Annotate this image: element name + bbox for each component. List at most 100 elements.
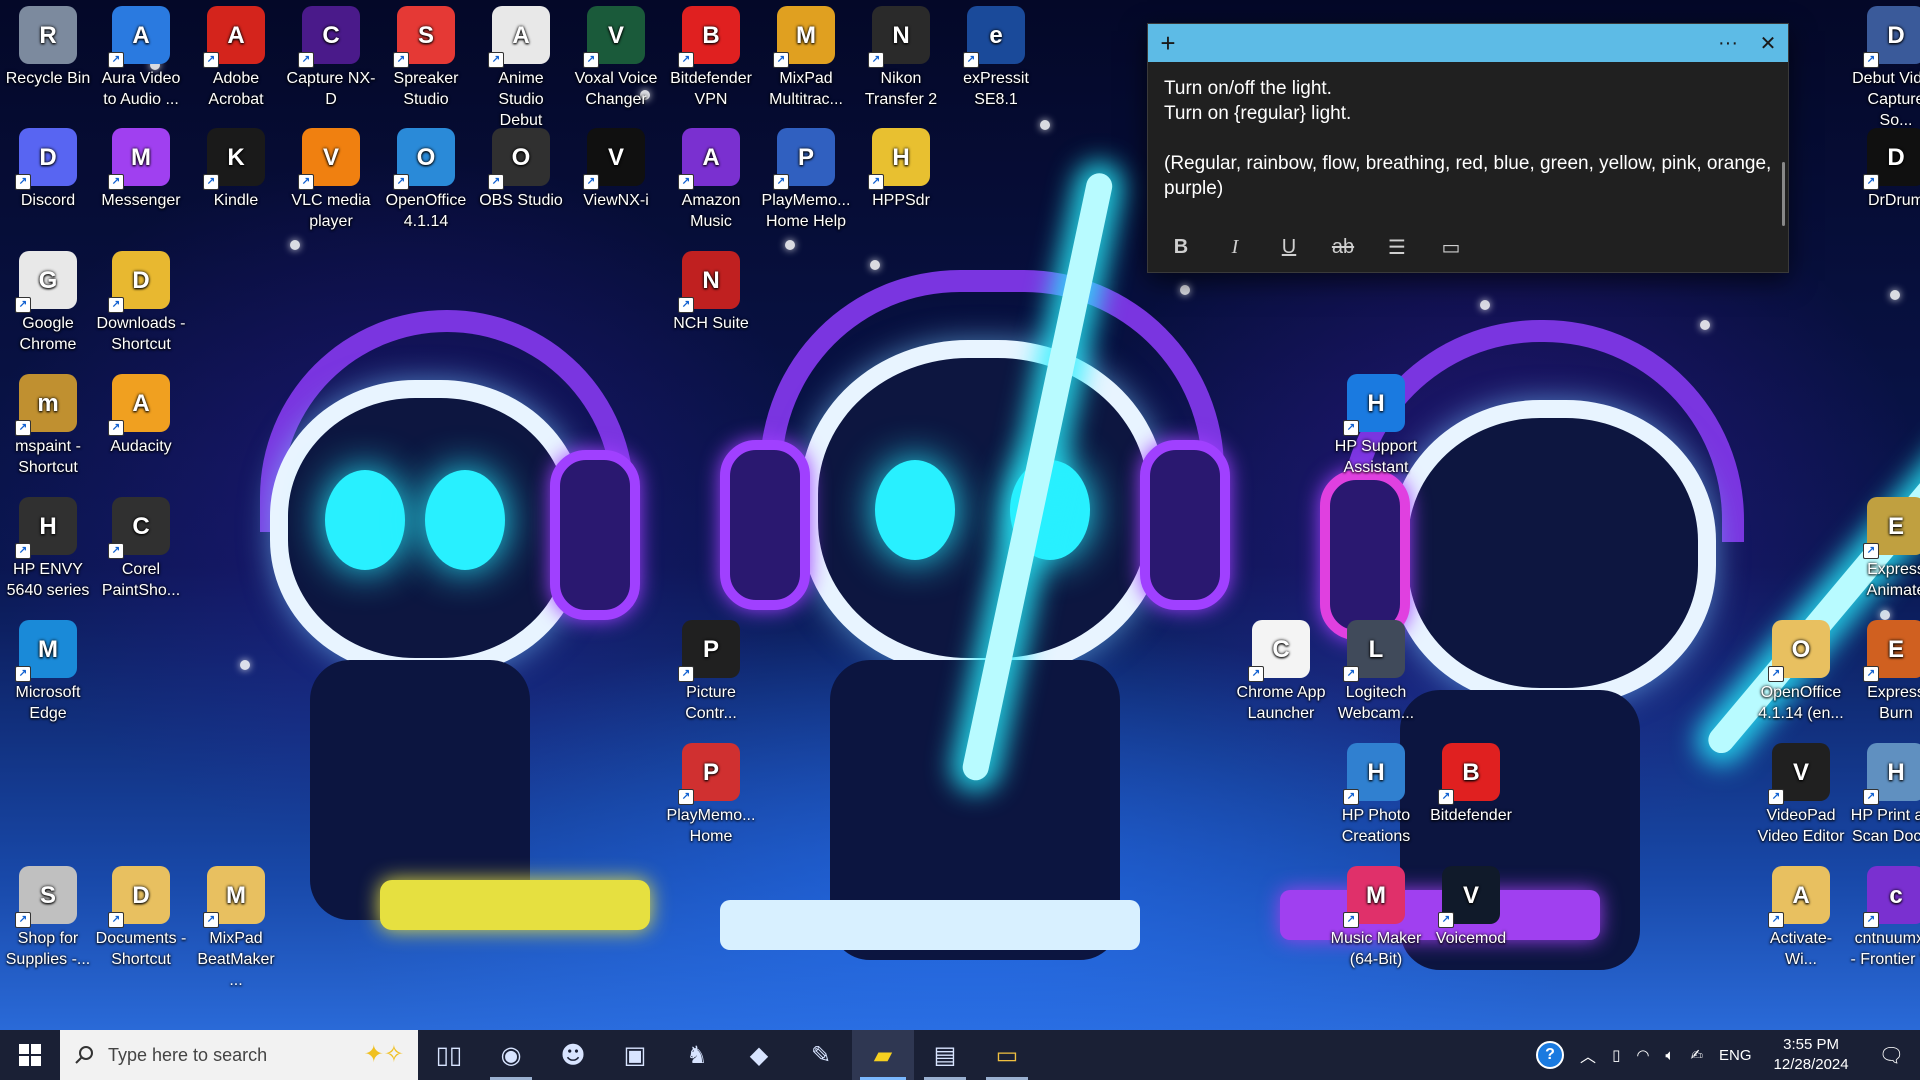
- taskbar-app-chrome[interactable]: ◉: [480, 1030, 542, 1080]
- add-image-button[interactable]: ▭: [1430, 229, 1472, 265]
- wallpaper-star: [1040, 120, 1050, 130]
- desktop-icon[interactable]: A ↗ Audacity: [95, 372, 187, 457]
- bullet-list-button[interactable]: ☰: [1376, 229, 1418, 265]
- desktop-icon[interactable]: D ↗ DrDrum: [1850, 126, 1920, 211]
- desktop-icon[interactable]: V ↗ ViewNX-i: [570, 126, 662, 211]
- desktop-icon[interactable]: M ↗ Messenger: [95, 126, 187, 211]
- desktop-icon[interactable]: D ↗ Discord: [2, 126, 94, 211]
- desktop-icon-label: Voicemod: [1435, 930, 1507, 947]
- desktop-icon[interactable]: H↗HP Print and Scan Doctor: [1850, 741, 1920, 847]
- italic-button[interactable]: I: [1214, 229, 1256, 265]
- device-tray-icon[interactable]: ▯: [1604, 1046, 1628, 1064]
- help-tray-icon[interactable]: ?: [1528, 1041, 1572, 1069]
- desktop-icon[interactable]: A ↗ Anime Studio Debut: [475, 4, 567, 131]
- taskbar-app-paint[interactable]: ✎: [790, 1030, 852, 1080]
- desktop-icon[interactable]: A ↗ Adobe Acrobat: [190, 4, 282, 110]
- shortcut-arrow-icon: ↗: [1768, 789, 1784, 805]
- desktop-icon-label: Aura Video to Audio ...: [101, 70, 181, 108]
- desktop-icon[interactable]: H ↗ HPPSdr: [855, 126, 947, 211]
- desktop-icon[interactable]: E ↗ Express Burn: [1850, 618, 1920, 724]
- app-3-icon: ▣: [623, 1041, 647, 1069]
- desktop-icon[interactable]: V ↗ Voxal Voice Changer: [570, 4, 662, 110]
- desktop-icon[interactable]: C ↗ Capture NX-D: [285, 4, 377, 110]
- sticky-note-header[interactable]: + ··· ✕: [1148, 24, 1788, 62]
- desktop-icon[interactable]: H ↗ HP ENVY 5640 series: [2, 495, 94, 601]
- desktop-icon[interactable]: R Recycle Bin: [2, 4, 94, 89]
- desktop-icon[interactable]: C ↗ Chrome App Launcher: [1235, 618, 1327, 724]
- taskbar-app-app-2[interactable]: ☻: [542, 1030, 604, 1080]
- close-note-button[interactable]: ✕: [1748, 24, 1788, 62]
- desktop-icon[interactable]: N ↗ Nikon Transfer 2: [855, 4, 947, 110]
- desktop-icon[interactable]: M ↗ Microsoft Edge: [2, 618, 94, 724]
- volume-icon[interactable]: 🔈︎: [1657, 1046, 1682, 1064]
- desktop-icon[interactable]: A ↗ Aura Video to Audio ...: [95, 4, 187, 110]
- note-scrollbar[interactable]: [1782, 162, 1785, 226]
- desktop-icon[interactable]: O ↗ OpenOffice 4.1.14: [380, 126, 472, 232]
- desktop-icon-label: Corel PaintSho...: [101, 561, 181, 599]
- desktop-icon[interactable]: N ↗ NCH Suite: [665, 249, 757, 334]
- desktop-icon[interactable]: O ↗ OpenOffice 4.1.14 (en...: [1755, 618, 1847, 724]
- bitdefender-vpn-icon: B ↗: [678, 6, 740, 68]
- desktop-icon[interactable]: V ↗ Voicemod: [1425, 864, 1517, 949]
- show-hidden-icons-icon[interactable]: ︿: [1572, 1043, 1604, 1067]
- desktop-icon[interactable]: M ↗ Music Maker (64-Bit): [1330, 864, 1422, 970]
- desktop-icon[interactable]: M ↗ MixPad BeatMaker ...: [190, 864, 282, 991]
- desktop-icon[interactable]: P ↗ PlayMemo... Home Help: [760, 126, 852, 232]
- desktop-icon[interactable]: P ↗ PlayMemo... Home: [665, 741, 757, 847]
- shortcut-arrow-icon: ↗: [678, 174, 694, 190]
- desktop-icon[interactable]: S ↗ Shop for Supplies -...: [2, 864, 94, 970]
- pen-workspace-icon[interactable]: ✍︎: [1682, 1046, 1711, 1064]
- note-text-area[interactable]: Turn on/off the light. Turn on {regular}…: [1148, 62, 1788, 216]
- desktop-icon[interactable]: O ↗ OBS Studio: [475, 126, 567, 211]
- new-note-button[interactable]: +: [1148, 24, 1188, 62]
- taskbar-app-app-5[interactable]: ◆: [728, 1030, 790, 1080]
- vlc-icon: V ↗: [298, 128, 360, 190]
- desktop-icon[interactable]: K ↗ Kindle: [190, 126, 282, 211]
- desktop-icon[interactable]: V ↗ VLC media player: [285, 126, 377, 232]
- taskbar-app-app-8[interactable]: ▤: [914, 1030, 976, 1080]
- desktop-icon[interactable]: m ↗ mspaint - Shortcut: [2, 372, 94, 478]
- desktop-icon[interactable]: C ↗ Corel PaintSho...: [95, 495, 187, 601]
- desktop-icon[interactable]: L ↗ Logitech Webcam...: [1330, 618, 1422, 724]
- desktop-icon[interactable]: D ↗ Downloads - Shortcut: [95, 249, 187, 355]
- desktop-icon[interactable]: A ↗ Activate-Wi...: [1755, 864, 1847, 970]
- wifi-icon[interactable]: ◠: [1628, 1046, 1657, 1064]
- underline-button[interactable]: U: [1268, 229, 1310, 265]
- shortcut-arrow-icon: ↗: [1863, 789, 1879, 805]
- taskbar-app-task-view[interactable]: ▯▯: [418, 1030, 480, 1080]
- desktop-icon[interactable]: H ↗ HP Photo Creations: [1330, 741, 1422, 847]
- desktop-icon[interactable]: G ↗ Google Chrome: [2, 249, 94, 355]
- taskbar-app-sticky-notes[interactable]: ▰: [852, 1030, 914, 1080]
- taskbar-app-app-3[interactable]: ▣: [604, 1030, 666, 1080]
- desktop-icon[interactable]: D ↗ Documents - Shortcut: [95, 864, 187, 970]
- obs-icon: O ↗: [488, 128, 550, 190]
- desktop-icon[interactable]: A ↗ Amazon Music: [665, 126, 757, 232]
- taskbar-app-file-explorer[interactable]: ▭: [976, 1030, 1038, 1080]
- language-indicator[interactable]: ENG: [1711, 1047, 1760, 1064]
- underline-icon: U: [1281, 235, 1297, 258]
- taskbar-app-kindle[interactable]: ♞: [666, 1030, 728, 1080]
- note-format-toolbar: B I U ab ☰ ▭: [1148, 222, 1800, 272]
- taskbar-search-box[interactable]: Type here to search ✦✧: [60, 1030, 418, 1080]
- desktop-icon-label: mspaint - Shortcut: [15, 438, 81, 476]
- desktop-icon[interactable]: e ↗ exPressit SE8.1: [950, 4, 1042, 110]
- bold-button[interactable]: B: [1160, 229, 1202, 265]
- desktop-icon[interactable]: S ↗ Spreaker Studio: [380, 4, 472, 110]
- shortcut-arrow-icon: ↗: [393, 174, 409, 190]
- sticky-note-window[interactable]: + ··· ✕ Turn on/off the light. Turn on {…: [1147, 23, 1789, 273]
- desktop-icon[interactable]: c↗cntnuumx... - Frontier Y...: [1850, 864, 1920, 970]
- clock[interactable]: 3:55 PM 12/28/2024: [1760, 1035, 1863, 1075]
- desktop-icon[interactable]: M ↗ MixPad Multitrac...: [760, 4, 852, 110]
- desktop-icon[interactable]: D↗Debut Video Capture So...: [1850, 4, 1920, 131]
- desktop-icon[interactable]: H ↗ HP Support Assistant: [1330, 372, 1422, 478]
- desktop-icon[interactable]: B ↗ Bitdefender: [1425, 741, 1517, 826]
- strikethrough-button[interactable]: ab: [1322, 229, 1364, 265]
- desktop-icon[interactable]: B ↗ Bitdefender VPN: [665, 4, 757, 110]
- note-menu-button[interactable]: ···: [1708, 24, 1748, 62]
- desktop-icon[interactable]: P ↗ Picture Contr...: [665, 618, 757, 724]
- desktop-icon[interactable]: E ↗ Express Animate: [1850, 495, 1920, 601]
- start-button[interactable]: [0, 1030, 60, 1080]
- desktop-icon[interactable]: V ↗ VideoPad Video Editor: [1755, 741, 1847, 847]
- desktop-icon-label: ViewNX-i: [583, 192, 649, 209]
- notification-center-icon[interactable]: 🗨︎: [1863, 1043, 1920, 1067]
